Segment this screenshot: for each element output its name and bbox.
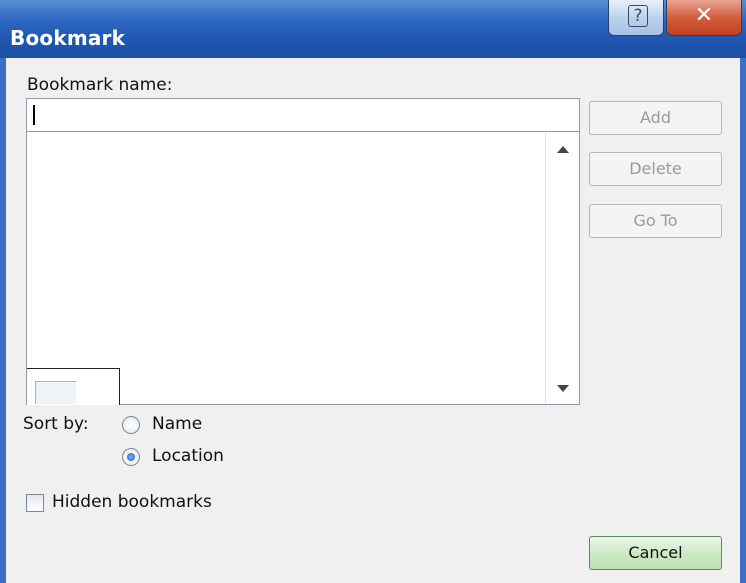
- bookmark-list[interactable]: [26, 132, 580, 405]
- sort-name-radio[interactable]: [122, 416, 140, 434]
- bookmark-name-input[interactable]: [26, 98, 580, 132]
- text-caret: [33, 105, 35, 125]
- ghost-inner: [35, 381, 76, 404]
- dialog-body: Bookmark name: Add Delete Go To Sort by:…: [6, 58, 740, 583]
- cancel-button[interactable]: Cancel: [589, 536, 722, 570]
- close-icon: ✕: [694, 3, 714, 28]
- list-scrollbar[interactable]: [545, 132, 579, 404]
- close-button[interactable]: ✕: [666, 0, 742, 36]
- goto-button[interactable]: Go To: [589, 204, 722, 238]
- scroll-up-icon[interactable]: [557, 146, 569, 153]
- add-button[interactable]: Add: [589, 101, 722, 135]
- drag-ghost-image: [27, 368, 120, 405]
- sort-location-radio[interactable]: [122, 448, 140, 466]
- hidden-bookmarks-checkbox[interactable]: [26, 494, 44, 512]
- hidden-bookmarks-label[interactable]: Hidden bookmarks: [52, 492, 212, 512]
- window-border-right: [740, 58, 746, 583]
- title-bar: Bookmark ? ✕: [0, 0, 746, 58]
- sort-name-label[interactable]: Name: [152, 414, 202, 434]
- help-button[interactable]: ?: [608, 0, 664, 36]
- sort-location-label[interactable]: Location: [152, 446, 224, 466]
- bookmark-name-label: Bookmark name:: [27, 75, 173, 95]
- window-title: Bookmark: [10, 26, 126, 50]
- sort-by-label: Sort by:: [23, 414, 89, 434]
- help-icon: ?: [628, 5, 648, 27]
- delete-button[interactable]: Delete: [589, 152, 722, 186]
- scroll-down-icon[interactable]: [557, 385, 569, 392]
